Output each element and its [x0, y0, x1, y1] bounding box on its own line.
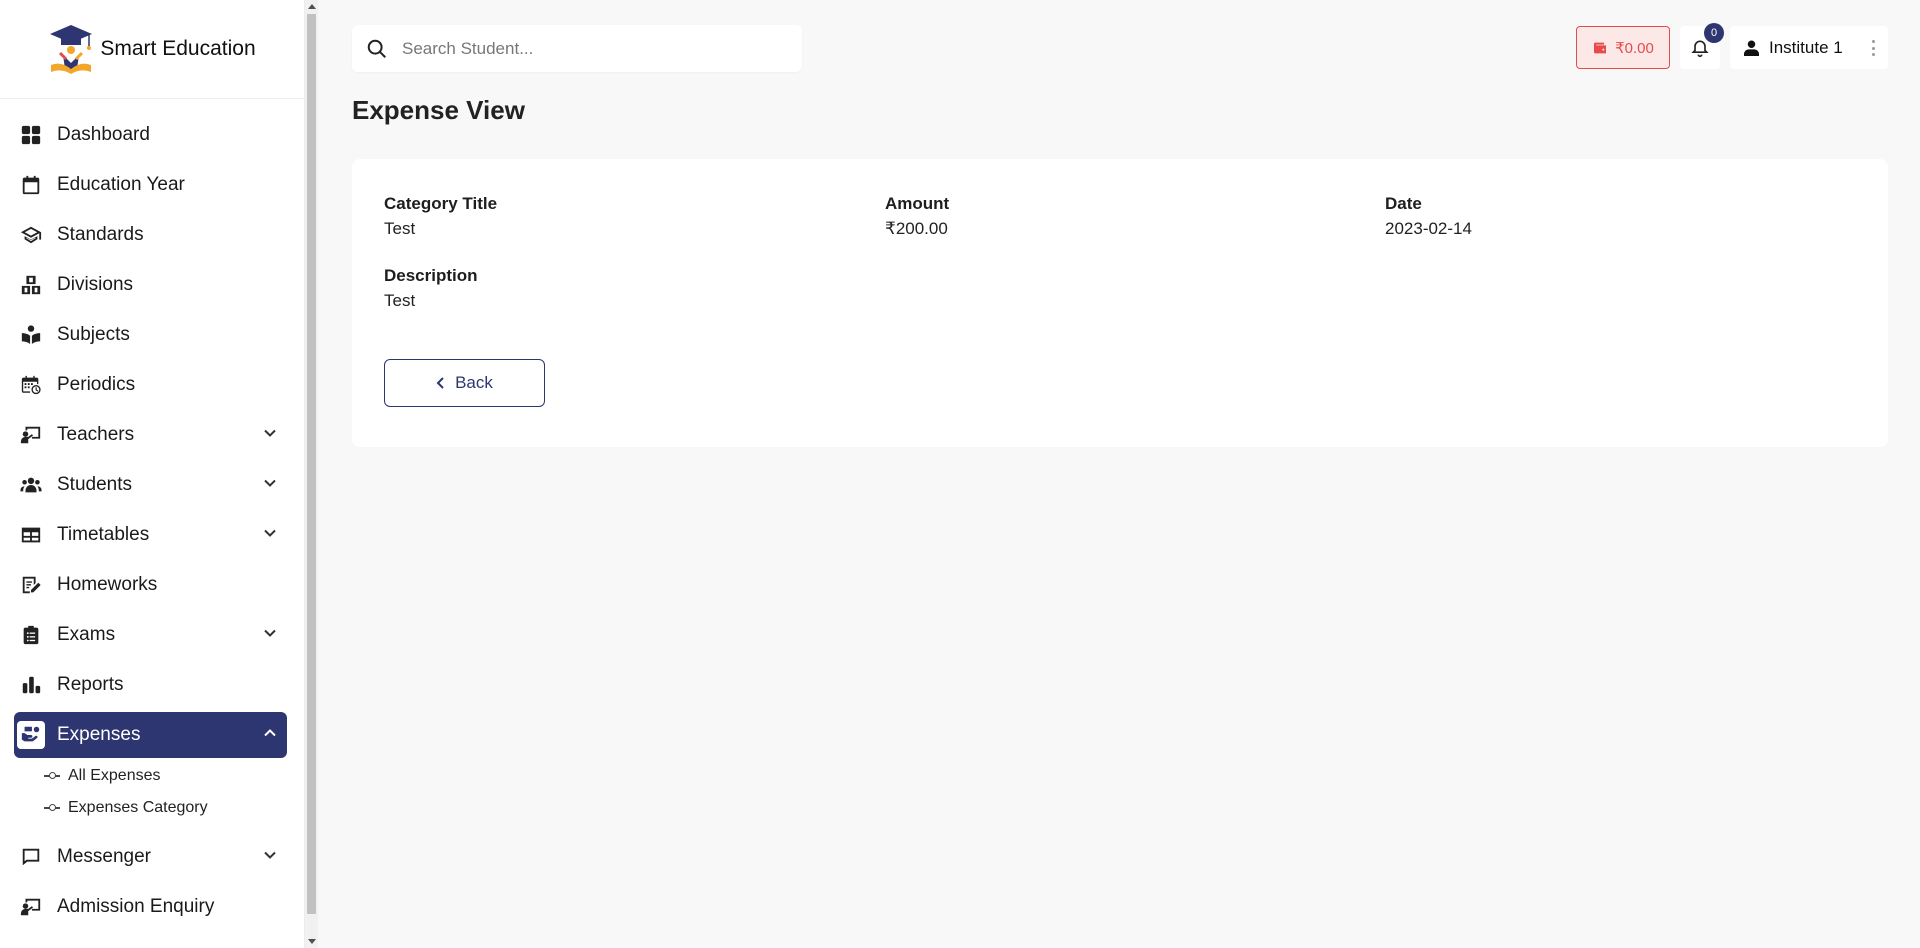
- bar-chart-icon: [17, 671, 45, 699]
- notification-count-badge: 0: [1704, 23, 1724, 43]
- scroll-down-arrow-icon[interactable]: [308, 939, 316, 944]
- sidebar-item-periodics[interactable]: Periodics: [14, 362, 287, 408]
- sidebar-item-timetables[interactable]: Timetables: [14, 512, 287, 558]
- field-value: Test: [384, 219, 416, 238]
- sidebar-item-label: Divisions: [57, 274, 134, 295]
- notepad-pen-icon: [17, 571, 45, 599]
- sidebar-item-expenses[interactable]: Expenses: [14, 712, 287, 758]
- graduation-cap-icon: [17, 221, 45, 249]
- sidebar-item-label: Standards: [57, 224, 144, 245]
- chevron-left-icon: [436, 377, 444, 389]
- sidebar-item-exams[interactable]: Exams: [14, 612, 287, 658]
- chevron-down-icon: [263, 476, 277, 490]
- description-field: Description Test: [384, 266, 478, 311]
- users-icon: [17, 471, 45, 499]
- sidebar-item-label: Reports: [57, 674, 124, 695]
- chalkboard-user-icon: [17, 893, 45, 921]
- scrollbar-thumb[interactable]: [307, 14, 316, 914]
- table-icon: [17, 521, 45, 549]
- graduation-logo-icon: [50, 25, 93, 74]
- user-menu[interactable]: Institute 1: [1730, 26, 1888, 69]
- message-icon: [17, 843, 45, 871]
- chevron-down-icon: [263, 848, 277, 862]
- submenu-item-label: Expenses Category: [68, 799, 208, 816]
- sidebar-item-dashboard[interactable]: Dashboard: [14, 112, 287, 158]
- submenu-item-expenses-category[interactable]: Expenses Category: [0, 792, 304, 824]
- page-title: Expense View: [352, 95, 525, 125]
- search-bar[interactable]: [352, 25, 802, 72]
- sidebar-item-education-year[interactable]: Education Year: [14, 162, 287, 208]
- sidebar: Smart Education Dashboard Education Year…: [0, 0, 305, 948]
- abc-blocks-icon: [17, 271, 45, 299]
- sidebar-item-label: Exams: [57, 624, 116, 645]
- brand-name: Smart Education: [100, 37, 256, 60]
- sidebar-item-subjects[interactable]: Subjects: [14, 312, 287, 358]
- sidebar-item-label: Messenger: [57, 846, 151, 867]
- field-label: Category Title: [384, 194, 498, 213]
- search-input[interactable]: [402, 38, 782, 59]
- book-reader-icon: [17, 321, 45, 349]
- sidebar-item-divisions[interactable]: Divisions: [14, 262, 287, 308]
- sidebar-item-label: Periodics: [57, 374, 136, 395]
- wallet-balance-button[interactable]: ₹0.00: [1576, 26, 1670, 69]
- sidebar-item-students[interactable]: Students: [14, 462, 287, 508]
- clipboard-list-icon: [17, 621, 45, 649]
- sidebar-item-admission-enquiry[interactable]: Admission Enquiry: [14, 884, 287, 930]
- sidebar-item-label: Students: [57, 474, 132, 495]
- sidebar-item-label: Timetables: [57, 524, 150, 545]
- sidebar-item-homeworks[interactable]: Homeworks: [14, 562, 287, 608]
- back-button-label: Back: [455, 373, 493, 392]
- field-label: Description: [384, 266, 478, 285]
- date-field: Date 2023-02-14: [1385, 194, 1472, 239]
- sidebar-item-messenger[interactable]: Messenger: [14, 834, 287, 880]
- sidebar-item-standards[interactable]: Standards: [14, 212, 287, 258]
- brand[interactable]: Smart Education: [0, 0, 304, 99]
- calendar-clock-icon: [17, 371, 45, 399]
- user-icon: [1744, 40, 1759, 56]
- bullet-icon: [44, 804, 60, 812]
- field-label: Amount: [885, 194, 950, 213]
- submenu-item-label: All Expenses: [68, 767, 161, 784]
- scroll-up-arrow-icon[interactable]: [308, 4, 316, 9]
- sidebar-item-label: Teachers: [57, 424, 135, 445]
- sidebar-item-label: Education Year: [57, 174, 185, 195]
- sidebar-item-reports[interactable]: Reports: [14, 662, 287, 708]
- more-vertical-icon[interactable]: [1872, 40, 1876, 56]
- sidebar-nav: Dashboard Education Year Standards Divis…: [0, 99, 304, 930]
- sidebar-item-label: Homeworks: [57, 574, 158, 595]
- sidebar-item-label: Expenses: [57, 724, 141, 745]
- sidebar-item-label: Admission Enquiry: [57, 896, 215, 917]
- wallet-amount: ₹0.00: [1615, 39, 1654, 57]
- sidebar-scrollbar[interactable]: [305, 0, 318, 948]
- chevron-up-icon: [263, 726, 277, 740]
- submenu-item-all-expenses[interactable]: All Expenses: [0, 760, 304, 792]
- field-label: Date: [1385, 194, 1422, 213]
- back-button[interactable]: Back: [384, 359, 545, 407]
- sidebar-item-label: Dashboard: [57, 124, 150, 145]
- field-value: ₹200.00: [885, 219, 948, 238]
- field-value: Test: [384, 291, 416, 310]
- hand-money-icon: [17, 721, 45, 749]
- wallet-icon: [1594, 42, 1607, 53]
- category-title-field: Category Title Test: [384, 194, 497, 239]
- expense-detail-card: Category Title Test Amount ₹200.00 Date …: [352, 159, 1888, 447]
- user-name: Institute 1: [1769, 37, 1843, 57]
- chevron-down-icon: [263, 426, 277, 440]
- dashboard-icon: [17, 121, 45, 149]
- field-value: 2023-02-14: [1385, 219, 1472, 238]
- sidebar-item-teachers[interactable]: Teachers: [14, 412, 287, 458]
- calendar-icon: [17, 171, 45, 199]
- chevron-down-icon: [263, 626, 277, 640]
- expenses-submenu: All Expenses Expenses Category: [0, 760, 304, 824]
- chevron-down-icon: [263, 526, 277, 540]
- bullet-icon: [44, 772, 60, 780]
- amount-field: Amount ₹200.00: [885, 194, 949, 239]
- chalkboard-teacher-icon: [17, 421, 45, 449]
- sidebar-item-label: Subjects: [57, 324, 130, 345]
- search-icon: [367, 39, 386, 58]
